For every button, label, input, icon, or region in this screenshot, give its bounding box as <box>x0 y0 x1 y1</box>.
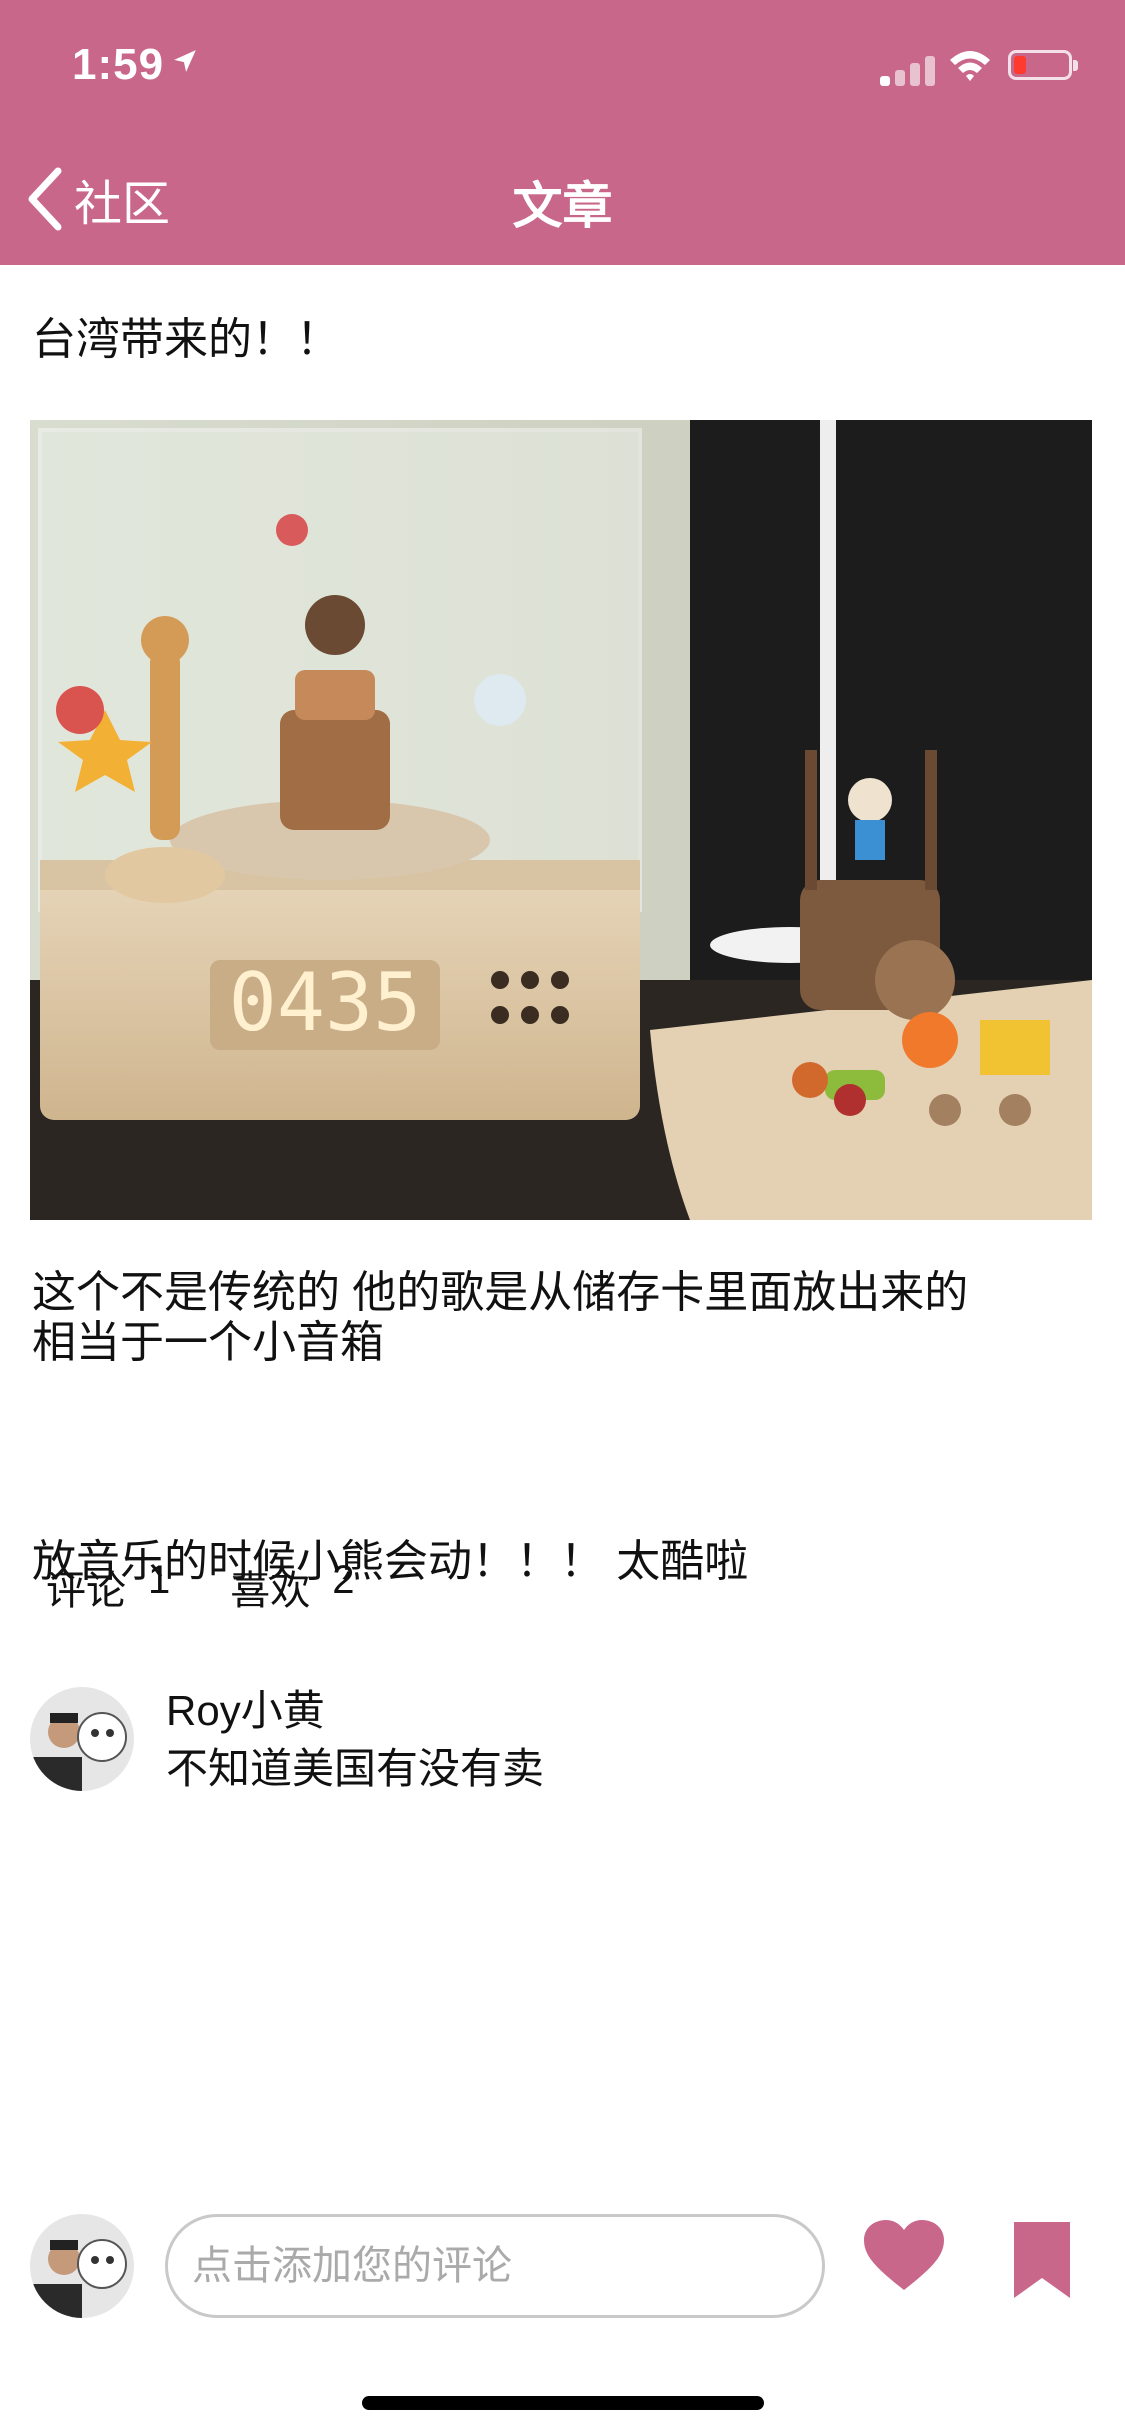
avatar[interactable] <box>30 1687 134 1791</box>
nav-header: 1:59 社区 文章 <box>0 0 1125 265</box>
location-arrow-icon <box>172 48 198 79</box>
status-bar: 1:59 <box>0 0 1125 140</box>
wifi-icon <box>948 48 992 87</box>
bookmark-icon[interactable] <box>1012 2220 1072 2300</box>
status-time: 1:59 <box>72 40 165 89</box>
home-indicator <box>362 2396 764 2410</box>
comments-label: 评论 <box>46 1569 126 1613</box>
article-paragraph-3: 相当于一个小音箱 <box>32 1318 384 1367</box>
comment-item: Roy小黄 不知道美国有没有卖 <box>30 1665 1092 1805</box>
comment-text: 不知道美国有没有卖 <box>166 1745 545 1792</box>
article-stats: 评论 1 喜欢 2 <box>46 1558 415 1616</box>
article-paragraph-2: 这个不是传统的 他的歌是从储存卡里面放出来的 <box>32 1268 969 1317</box>
comments-count: 1 <box>148 1558 171 1602</box>
comment-username[interactable]: Roy小黄 <box>166 1677 325 1738</box>
article-photo[interactable]: 0435 <box>30 420 1092 1220</box>
likes-label: 喜欢 <box>230 1569 311 1613</box>
battery-icon <box>1008 50 1078 80</box>
cellular-signal-icon <box>880 52 936 86</box>
current-user-avatar[interactable] <box>30 2214 134 2318</box>
page-title: 文章 <box>512 178 613 234</box>
comment-input[interactable] <box>165 2214 825 2318</box>
photo-clock-digits: 0435 <box>229 956 422 1049</box>
heart-icon[interactable] <box>862 2218 946 2294</box>
article-paragraph-1: 台湾带来的！！ <box>32 315 340 364</box>
likes-count: 2 <box>332 1558 355 1602</box>
